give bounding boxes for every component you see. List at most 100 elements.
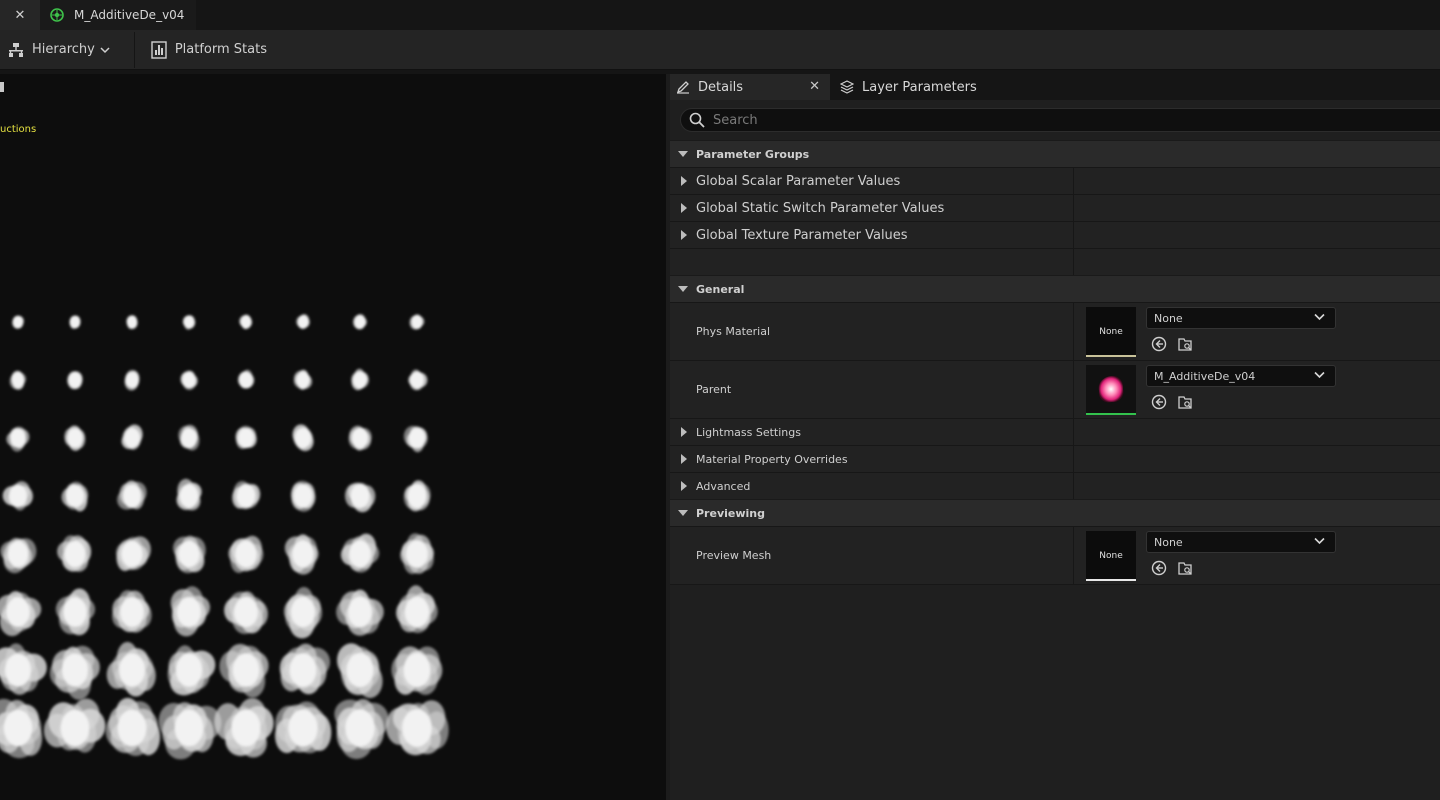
group-label: Material Property Overrides [696,452,848,466]
category-parameter-groups[interactable]: Parameter Groups [670,140,1440,167]
group-label: Advanced [696,479,751,493]
flipbook-frame [0,538,37,574]
flipbook-frame [176,478,202,511]
asset-thumbnail[interactable]: None [1086,307,1136,357]
group-lightmass-settings[interactable]: Lightmass Settings [670,418,1440,445]
flipbook-frame [396,585,438,634]
combo-value: None [1154,535,1183,549]
search-box [680,108,1440,132]
flipbook-frame [334,699,389,760]
triangle-right-icon [681,454,687,464]
group-global-scalar[interactable]: Global Scalar Parameter Values [670,167,1440,194]
material-icon [50,8,64,22]
flipbook-frame [105,697,161,756]
flipbook-frame [126,315,138,330]
pencil-icon [676,81,689,94]
hierarchy-button[interactable]: Hierarchy [0,35,126,65]
flipbook-frame [12,315,24,329]
use-selected-icon[interactable] [1150,559,1168,577]
flipbook-frame [284,587,323,639]
browse-folder-icon[interactable] [1176,393,1194,411]
search-input[interactable] [713,112,1413,128]
flipbook-frame [61,481,89,512]
flipbook-frame [292,424,314,452]
flipbook-frame [173,535,206,574]
property-preview-mesh: Preview Mesh None None [670,526,1440,584]
flipbook-frame [2,481,33,511]
category-previewing[interactable]: Previewing [670,499,1440,526]
group-label: Global Static Switch Parameter Values [696,200,945,216]
flipbook-frame [112,590,152,633]
asset-picker-combo[interactable]: None [1146,307,1336,329]
hierarchy-label: Hierarchy [32,42,95,57]
group-label: Global Texture Parameter Values [696,227,908,243]
group-material-property-overrides[interactable]: Material Property Overrides [670,445,1440,472]
flipbook-frame [67,371,83,390]
hierarchy-icon [9,42,23,57]
flipbook-frame [337,643,383,699]
flipbook-frame [214,698,274,758]
triangle-right-icon [681,203,687,213]
chevron-down-icon [1314,371,1325,379]
flipbook-frame [348,425,372,451]
asset-thumbnail[interactable]: None [1086,531,1136,581]
property-parent: Parent M_AdditiveDe_v04 [670,360,1440,418]
flipbook-frame [293,369,313,390]
document-tab-title: M_AdditiveDe_v04 [74,8,185,22]
flipbook-frame [385,700,449,756]
tab-layer-parameters[interactable]: Layer Parameters [830,74,987,100]
close-icon[interactable]: ✕ [809,79,820,94]
category-label: Parameter Groups [696,147,810,161]
triangle-down-icon [678,151,688,157]
asset-picker-combo[interactable]: None [1146,531,1336,553]
property-label: Parent [670,361,1074,418]
flipbook-frame [49,645,100,700]
layers-icon [840,80,854,94]
use-selected-icon[interactable] [1150,393,1168,411]
document-tab[interactable]: M_AdditiveDe_v04 [40,0,197,30]
flipbook-frame [336,589,384,636]
flipbook-frame [167,645,216,696]
flipbook-frame [219,643,269,698]
flipbook-frame [237,369,255,389]
flipbook-frame [224,591,268,635]
material-thumbnail[interactable] [1086,365,1136,415]
parent-material-preview-icon [1098,375,1124,403]
details-tab-strip: Details ✕ Layer Parameters [670,74,1440,100]
parent-picker-combo[interactable]: M_AdditiveDe_v04 [1146,365,1336,387]
group-spacer-row [670,248,1440,275]
flipbook-frame [345,482,376,513]
platform-stats-label: Platform Stats [174,42,267,57]
asset-type-bar [1086,413,1136,415]
flipbook-frame [43,698,106,753]
use-selected-icon[interactable] [1150,335,1168,353]
flipbook-texture-preview [0,314,449,760]
flipbook-frame [391,646,443,695]
combo-value: None [1154,311,1183,325]
property-label: Preview Mesh [670,527,1074,584]
flipbook-frame [182,315,196,330]
triangle-right-icon [681,230,687,240]
group-global-static-switch[interactable]: Global Static Switch Parameter Values [670,194,1440,221]
flipbook-frame [296,314,310,329]
browse-folder-icon[interactable] [1176,335,1194,353]
tab-details[interactable]: Details ✕ [670,74,830,100]
flipbook-frame [408,369,428,391]
flipbook-frame [116,536,151,571]
title-tab-bar: ✕ M_AdditiveDe_v04 [0,0,1440,30]
flipbook-frame [351,368,369,391]
flipbook-frame [239,314,253,330]
group-advanced[interactable]: Advanced [670,472,1440,499]
toolbar: Hierarchy Platform Stats [0,30,1440,70]
flipbook-frame [106,641,156,697]
preview-viewport[interactable]: uctions [0,74,666,800]
category-general[interactable]: General [670,275,1440,302]
flipbook-frame [353,314,367,330]
flipbook-frame [340,533,380,573]
platform-stats-button[interactable]: Platform Stats [143,35,275,65]
group-global-texture[interactable]: Global Texture Parameter Values [670,221,1440,248]
chevron-down-icon [100,46,110,53]
flipbook-frame [232,481,261,510]
close-icon[interactable]: ✕ [0,0,40,30]
browse-folder-icon[interactable] [1176,559,1194,577]
